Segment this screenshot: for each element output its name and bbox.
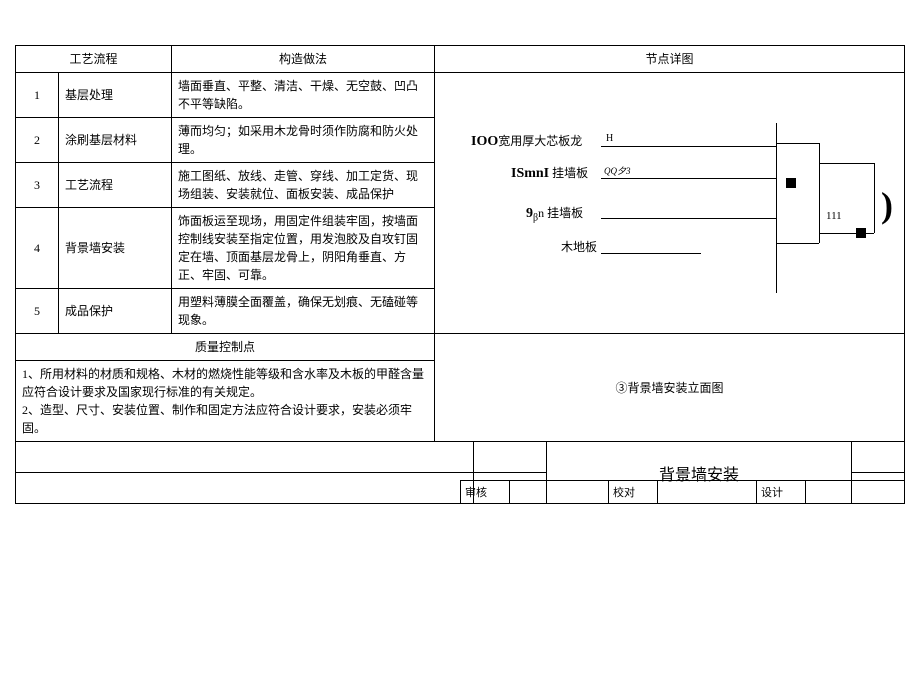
diagram-num111: 111 xyxy=(826,208,842,225)
header-method: 构造做法 xyxy=(172,46,435,73)
spacer-cell xyxy=(852,442,905,473)
header-row: 工艺流程 构造做法 节点详图 xyxy=(16,46,905,73)
diagram-line xyxy=(601,146,776,147)
row-name: 成品保护 xyxy=(59,289,172,334)
spacer-cell xyxy=(474,442,547,473)
header-process: 工艺流程 xyxy=(16,46,172,73)
diagram-caption: ③背景墙安装立面图 xyxy=(435,334,905,442)
label3-n: n xyxy=(538,206,544,220)
row-num: 5 xyxy=(16,289,59,334)
design-label: 设计 xyxy=(757,481,806,504)
diagram-label-1: IOO宽用厚大芯板龙 xyxy=(471,131,582,152)
qc-line2: 2、造型、尺寸、安装位置、制作和固定方法应符合设计要求，安装必须牢固。 xyxy=(22,401,428,437)
row-name: 背景墙安装 xyxy=(59,208,172,289)
diagram-cell: IOO宽用厚大芯板龙 H ISmnI 挂墙板 QQ夕3 9βn 挂墙板 木地板 xyxy=(435,73,905,334)
table-row: 1 基层处理 墙面垂直、平整、清洁、干燥、无空鼓、凹凸不平等缺陷。 IOO宽用厚… xyxy=(16,73,905,118)
qc-title-row: 质量控制点 ③背景墙安装立面图 xyxy=(16,334,905,361)
row-desc: 饰面板运至现场，用固定件组装牢固，按墙面控制线安装至指定位置，用发泡胶及自攻钉固… xyxy=(172,208,435,289)
qc-title: 质量控制点 xyxy=(16,334,435,361)
diagram-label-2: ISmnI 挂墙板 xyxy=(511,163,588,184)
qc-line1: 1、所用材料的材质和规格、木材的燃烧性能等级和含水率及木板的甲醛含量应符合设计要… xyxy=(22,365,428,401)
main-table: 工艺流程 构造做法 节点详图 1 基层处理 墙面垂直、平整、清洁、干燥、无空鼓、… xyxy=(15,45,905,442)
signature-strip: 审核 校对 设计 xyxy=(460,480,905,504)
diagram-hline xyxy=(819,163,874,164)
label1-bold: IOO xyxy=(471,134,498,149)
label3-rest: 挂墙板 xyxy=(547,206,583,220)
page-container: 工艺流程 构造做法 节点详图 1 基层处理 墙面垂直、平整、清洁、干燥、无空鼓、… xyxy=(0,45,920,696)
diagram-hline xyxy=(776,243,819,244)
label1-rest: 宽用厚大芯板龙 xyxy=(498,134,582,148)
diagram-label-4: 木地板 xyxy=(561,238,597,256)
diagram-square xyxy=(786,178,796,188)
label3-bold: 9 xyxy=(526,206,533,221)
diagram-vline xyxy=(776,123,777,293)
row-name: 基层处理 xyxy=(59,73,172,118)
row-desc: 施工图纸、放线、走管、穿线、加工定货、现场组装、安装就位、面板安装、成品保护 xyxy=(172,163,435,208)
label1-h: H xyxy=(606,131,613,146)
signature-blank xyxy=(806,481,905,504)
signature-blank xyxy=(510,481,609,504)
diagram-vline xyxy=(874,163,875,233)
diagram-label-3: 9βn 挂墙板 xyxy=(526,203,583,225)
row-desc: 用塑料薄膜全面覆盖，确保无划痕、无磕碰等现象。 xyxy=(172,289,435,334)
label2-bold: ISmnI xyxy=(511,166,549,181)
row-num: 2 xyxy=(16,118,59,163)
diagram-line xyxy=(601,218,776,219)
spacer-cell xyxy=(16,442,474,473)
check-label: 校对 xyxy=(609,481,658,504)
diagram-hline xyxy=(776,143,819,144)
row-desc: 薄而均匀；如采用木龙骨时须作防腐和防火处理。 xyxy=(172,118,435,163)
row-num: 3 xyxy=(16,163,59,208)
diagram-line xyxy=(601,253,701,254)
label2-rest: 挂墙板 xyxy=(552,166,588,180)
diagram-vline xyxy=(819,143,820,243)
header-detail: 节点详图 xyxy=(435,46,905,73)
signature-wrap: 审核 校对 设计 xyxy=(15,480,905,504)
diagram-paren: ) xyxy=(881,178,893,232)
diagram-area: IOO宽用厚大芯板龙 H ISmnI 挂墙板 QQ夕3 9βn 挂墙板 木地板 xyxy=(441,103,898,303)
signature-blank xyxy=(658,481,757,504)
row-num: 1 xyxy=(16,73,59,118)
row-desc: 墙面垂直、平整、清洁、干燥、无空鼓、凹凸不平等缺陷。 xyxy=(172,73,435,118)
review-label: 审核 xyxy=(461,481,510,504)
diagram-square xyxy=(856,228,866,238)
row-num: 4 xyxy=(16,208,59,289)
row-name: 工艺流程 xyxy=(59,163,172,208)
label2-suffix: QQ夕3 xyxy=(604,165,631,179)
qc-body: 1、所用材料的材质和规格、木材的燃烧性能等级和含水率及木板的甲醛含量应符合设计要… xyxy=(16,361,435,442)
row-name: 涂刷基层材料 xyxy=(59,118,172,163)
